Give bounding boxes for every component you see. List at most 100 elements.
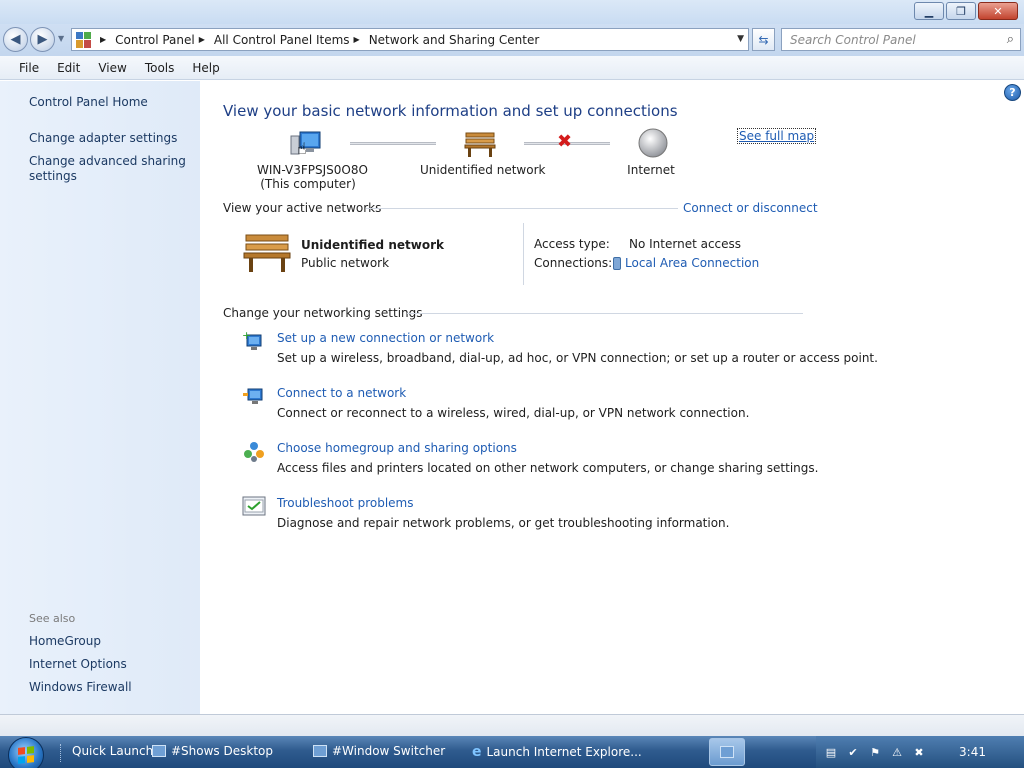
search-box[interactable]: ⌕ bbox=[781, 28, 1021, 51]
taskbar-launch-ie[interactable]: e Launch Internet Explore... bbox=[472, 744, 642, 760]
map-network-label: Unidentified network bbox=[420, 163, 546, 177]
sidebar-link-homegroup[interactable]: HomeGroup bbox=[29, 634, 101, 649]
sidebar-link-advanced-sharing[interactable]: Change advanced sharing settings bbox=[29, 154, 189, 184]
page-title: View your basic network information and … bbox=[223, 102, 678, 120]
network-warning-icon[interactable]: ⚠ bbox=[890, 745, 904, 759]
section-divider bbox=[366, 208, 678, 209]
arrow-left-icon: ◀ bbox=[10, 32, 21, 47]
see-full-map-link[interactable]: See full map bbox=[737, 128, 817, 144]
quick-launch-toolbar[interactable]: Quick Launch bbox=[72, 744, 153, 758]
security-check-icon[interactable]: ✔ bbox=[846, 745, 860, 759]
window-controls: ▁ ❐ ✕ bbox=[914, 2, 1018, 20]
search-icon[interactable]: ⌕ bbox=[1007, 32, 1014, 47]
local-area-connection-label: Local Area Connection bbox=[625, 256, 760, 270]
connect-or-disconnect-link[interactable]: Connect or disconnect bbox=[683, 201, 818, 215]
breadcrumb-separator-icon[interactable]: ▶ bbox=[354, 35, 360, 44]
connections-label: Connections: bbox=[534, 256, 613, 270]
recent-pages-dropdown[interactable]: ▼ bbox=[58, 34, 64, 43]
arrow-right-icon: ▶ bbox=[37, 32, 48, 47]
task-connect-network-desc: Connect or reconnect to a wireless, wire… bbox=[277, 406, 750, 420]
menu-file[interactable]: File bbox=[10, 61, 48, 75]
window-switcher-icon bbox=[313, 745, 327, 757]
window-switcher-label: #Window Switcher bbox=[332, 744, 446, 758]
system-tray: ▤ ✔ ⚑ ⚠ ✖ bbox=[816, 736, 1024, 768]
see-also-heading: See also bbox=[29, 612, 76, 625]
breadcrumb-network-sharing[interactable]: Network and Sharing Center bbox=[369, 33, 540, 47]
svg-text:+: + bbox=[242, 329, 251, 342]
computer-subtitle: (This computer) bbox=[260, 177, 356, 191]
back-button[interactable]: ◀ bbox=[3, 27, 28, 52]
volume-muted-icon[interactable]: ✖ bbox=[912, 745, 926, 759]
homegroup-icon bbox=[242, 439, 266, 463]
sidebar-link-adapter-settings[interactable]: Change adapter settings bbox=[29, 131, 177, 146]
new-connection-icon: + bbox=[242, 329, 266, 353]
menu-tools[interactable]: Tools bbox=[136, 61, 184, 75]
taskbar-network-window-button[interactable] bbox=[709, 738, 745, 766]
breadcrumb-separator-icon[interactable]: ▶ bbox=[199, 35, 205, 44]
breadcrumb-separator-icon[interactable]: ▶ bbox=[100, 35, 106, 44]
launch-ie-label: Launch Internet Explore... bbox=[486, 745, 642, 759]
menu-view-label: View bbox=[98, 60, 127, 75]
menu-help[interactable]: Help bbox=[183, 61, 228, 75]
menu-edit[interactable]: Edit bbox=[48, 61, 89, 75]
action-center-flag-icon[interactable]: ⚑ bbox=[868, 745, 882, 759]
menu-view[interactable]: View bbox=[89, 61, 135, 75]
start-button[interactable] bbox=[8, 737, 44, 768]
close-button[interactable]: ✕ bbox=[978, 2, 1018, 20]
internet-explorer-icon: e bbox=[472, 744, 482, 760]
computer-name: WIN-V3FPSJS0O8O bbox=[257, 163, 368, 177]
sidebar-link-windows-firewall[interactable]: Windows Firewall bbox=[29, 680, 132, 695]
maximize-button[interactable]: ❐ bbox=[946, 2, 976, 20]
search-input[interactable] bbox=[790, 32, 990, 47]
task-troubleshoot-link[interactable]: Troubleshoot problems bbox=[277, 496, 413, 510]
cursor-hand-icon: ☝ bbox=[297, 139, 307, 158]
task-homegroup-link[interactable]: Choose homegroup and sharing options bbox=[277, 441, 517, 455]
sidebar-link-internet-options[interactable]: Internet Options bbox=[29, 657, 127, 672]
map-link-line bbox=[350, 142, 436, 145]
sidebar-link-control-panel-home[interactable]: Control Panel Home bbox=[29, 95, 148, 110]
address-dropdown-icon[interactable]: ▼ bbox=[737, 34, 744, 44]
troubleshoot-icon bbox=[242, 494, 266, 518]
taskbar-window-switcher[interactable]: #Window Switcher bbox=[313, 744, 445, 758]
breadcrumb-all-items[interactable]: All Control Panel Items bbox=[214, 33, 350, 47]
breadcrumb-control-panel[interactable]: Control Panel bbox=[115, 33, 195, 47]
task-connect-network-link[interactable]: Connect to a network bbox=[277, 386, 406, 400]
no-connection-x-icon: ✖ bbox=[557, 131, 573, 152]
active-network-name: Unidentified network bbox=[301, 238, 444, 252]
menu-file-label: File bbox=[19, 60, 40, 75]
active-networks-heading: View your active networks bbox=[223, 201, 382, 215]
task-troubleshoot-desc: Diagnose and repair network problems, or… bbox=[277, 516, 730, 530]
menu-help-label: Help bbox=[192, 60, 220, 75]
forward-button[interactable]: ▶ bbox=[30, 27, 55, 52]
address-bar[interactable]: ▶ Control Panel ▶ All Control Panel Item… bbox=[71, 28, 749, 51]
network-bench-icon bbox=[242, 231, 292, 276]
globe-icon[interactable] bbox=[637, 127, 669, 162]
navigation-bar: ◀ ▶ ▼ ▶ Control Panel ▶ All Control Pane… bbox=[0, 24, 1024, 56]
bench-icon[interactable] bbox=[464, 130, 496, 161]
task-setup-connection-desc: Set up a wireless, broadband, dial-up, a… bbox=[277, 351, 878, 365]
breadcrumb: ▶ Control Panel ▶ All Control Panel Item… bbox=[96, 33, 539, 47]
taskbar-clock[interactable]: 3:41 bbox=[959, 745, 986, 759]
access-type-value: No Internet access bbox=[629, 237, 742, 251]
menu-bar: File Edit View Tools Help bbox=[0, 56, 1024, 80]
task-homegroup-desc: Access files and printers located on oth… bbox=[277, 461, 819, 475]
document-icon[interactable]: ▤ bbox=[824, 745, 838, 759]
local-area-connection-link[interactable]: Local Area Connection bbox=[613, 256, 759, 270]
refresh-button[interactable]: ⇆ bbox=[752, 28, 775, 51]
refresh-icon: ⇆ bbox=[758, 32, 769, 47]
minimize-button[interactable]: ▁ bbox=[914, 2, 944, 20]
vertical-divider bbox=[523, 223, 524, 285]
menu-tools-label: Tools bbox=[144, 60, 175, 75]
task-setup-connection-link[interactable]: Set up a new connection or network bbox=[277, 331, 494, 345]
shows-desktop-label: #Shows Desktop bbox=[171, 744, 273, 758]
sidebar: Control Panel Home Change adapter settin… bbox=[0, 81, 200, 714]
help-icon[interactable]: ? bbox=[1004, 84, 1021, 101]
taskbar-grip[interactable] bbox=[60, 744, 63, 762]
taskbar-shows-desktop[interactable]: #Shows Desktop bbox=[152, 744, 273, 758]
access-type-label: Access type: bbox=[534, 237, 610, 251]
windows-logo-icon bbox=[18, 746, 34, 764]
map-internet-label: Internet bbox=[627, 163, 675, 177]
main-content: ? View your basic network information an… bbox=[200, 81, 1024, 714]
desktop-icon bbox=[152, 745, 166, 757]
title-bar: ▁ ❐ ✕ bbox=[0, 0, 1024, 24]
